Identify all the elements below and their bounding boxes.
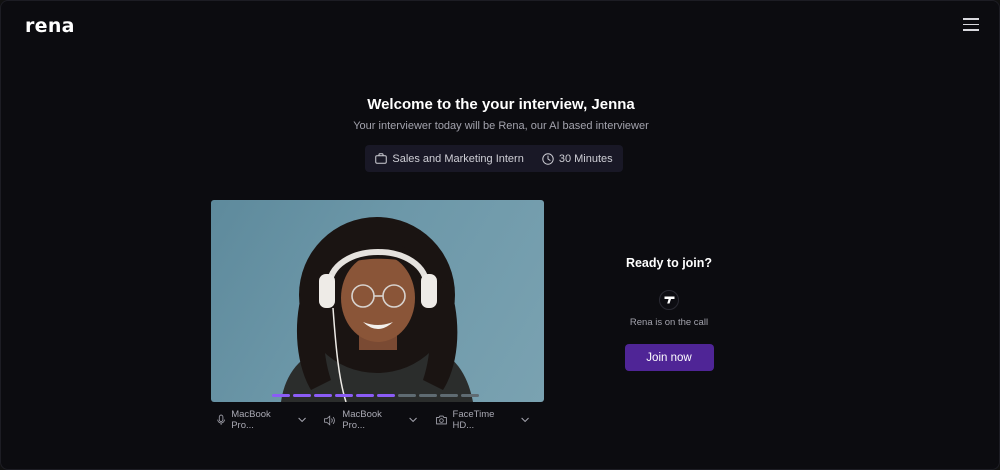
join-panel: Ready to join? Rena is on the call Join … — [591, 251, 747, 371]
hamburger-menu-icon[interactable] — [963, 18, 979, 32]
progress-segment — [314, 394, 332, 397]
speaker-device-label: MacBook Pro... — [342, 409, 382, 431]
join-now-button[interactable]: Join now — [624, 344, 714, 371]
progress-segment — [419, 394, 437, 397]
ready-heading: Ready to join? — [625, 256, 713, 270]
camera-selector[interactable]: FaceTime HD... — [435, 409, 529, 431]
camera-preview — [211, 200, 544, 402]
camera-loading-progress — [272, 394, 479, 397]
page-title: Welcome to the your interview, Jenna — [367, 96, 635, 113]
progress-segment — [398, 394, 416, 397]
microphone-icon — [217, 414, 225, 425]
clock-icon — [542, 152, 554, 165]
speaker-icon — [324, 414, 336, 426]
camera-device-label: FaceTime HD... — [452, 409, 495, 431]
rena-logo-icon — [664, 296, 674, 304]
logo: rena — [25, 15, 75, 37]
rena-avatar — [659, 290, 679, 310]
camera-feed-image — [281, 217, 473, 402]
progress-segment — [272, 394, 290, 397]
progress-segment — [335, 394, 353, 397]
briefcase-icon — [375, 153, 388, 164]
chevron-down-icon — [409, 417, 418, 423]
role-info: Sales and Marketing Intern — [375, 152, 524, 165]
camera-icon — [435, 415, 447, 425]
app-window: rena Welcome to the your interview, Jenn… — [0, 0, 1000, 470]
duration-label: 30 Minutes — [558, 152, 613, 165]
progress-segment — [356, 394, 374, 397]
progress-segment — [461, 394, 479, 397]
agent-status: Rena is on the call — [629, 317, 709, 328]
duration-info: 30 Minutes — [542, 153, 613, 165]
device-selectors: MacBook Pro... MacBook Pro... FaceTime H… — [217, 409, 547, 431]
microphone-device-label: MacBook Pro... — [231, 409, 271, 431]
interview-meta: Sales and Marketing Intern 30 Minutes — [365, 145, 623, 172]
microphone-selector[interactable]: MacBook Pro... — [217, 409, 307, 431]
speaker-selector[interactable]: MacBook Pro... — [324, 409, 418, 431]
chevron-down-icon — [298, 417, 307, 423]
progress-segment — [377, 394, 395, 397]
role-label: Sales and Marketing Intern — [392, 152, 524, 165]
page-subtitle: Your interviewer today will be Rena, our… — [353, 120, 649, 132]
progress-segment — [440, 394, 458, 397]
top-bar: rena — [1, 1, 999, 51]
progress-segment — [293, 394, 311, 397]
chevron-down-icon — [521, 417, 529, 423]
